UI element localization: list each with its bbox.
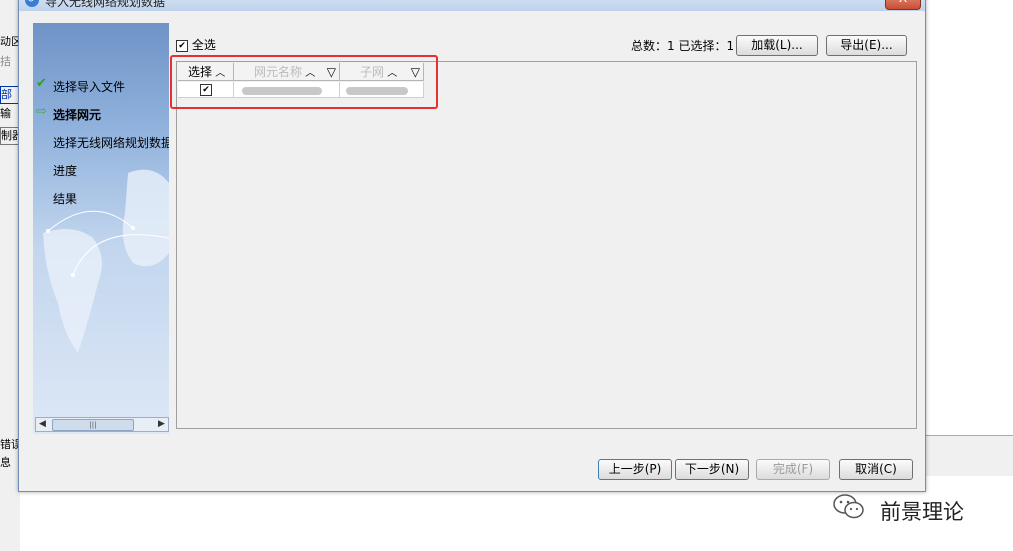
scroll-right-icon[interactable]: ▶ xyxy=(155,418,168,431)
import-dialog: ⟳ 导入无线网络规划数据 X ✔ 选择导入文件 ⇨ 选择网元 选择无线网络规划数… xyxy=(18,0,926,492)
highlight-annotation xyxy=(170,55,438,109)
app-icon: ⟳ xyxy=(25,0,39,7)
step-select-file: 选择导入文件 xyxy=(53,80,126,94)
wizard-sidebar: ✔ 选择导入文件 ⇨ 选择网元 选择无线网络规划数据 进度 结果 ◀ ||| ▶ xyxy=(33,23,169,434)
ne-table: 选择 ︿ 网元名称 ︿ ▽ 子网 ︿ ▽ ✔ xyxy=(176,61,917,429)
select-all-checkbox[interactable]: ✔ 全选 xyxy=(176,36,216,53)
dialog-title: 导入无线网络规划数据 xyxy=(45,0,166,9)
scroll-thumb[interactable]: ||| xyxy=(52,419,134,431)
checkbox-checked-icon[interactable]: ✔ xyxy=(176,39,188,52)
next-step-button[interactable]: 下一步(N) xyxy=(675,459,749,480)
background-right-area xyxy=(924,0,1013,551)
scroll-left-icon[interactable]: ◀ xyxy=(36,418,49,431)
background-label: 输 xyxy=(0,107,11,120)
background-label: 拮 xyxy=(0,55,11,68)
totals-text: 总数：1 已选择：1 xyxy=(631,39,735,53)
background-panel xyxy=(924,435,1013,476)
select-all-label: 全选 xyxy=(191,38,216,52)
check-icon: ✔ xyxy=(36,76,47,91)
sidebar-horizontal-scrollbar[interactable]: ◀ ||| ▶ xyxy=(35,417,169,432)
cancel-button[interactable]: 取消(C) xyxy=(839,459,913,480)
step-select-plan-data: 选择无线网络规划数据 xyxy=(53,136,169,150)
arrow-right-icon: ⇨ xyxy=(36,104,47,119)
export-button[interactable]: 导出(E)... xyxy=(826,35,907,56)
step-progress: 进度 xyxy=(53,164,78,178)
watermark-text: 前景理论 xyxy=(880,500,964,524)
dialog-titlebar[interactable]: ⟳ 导入无线网络规划数据 X xyxy=(19,0,925,11)
prev-step-button[interactable]: 上一步(P) xyxy=(598,459,672,480)
step-result: 结果 xyxy=(53,192,78,206)
background-label: 错误 xyxy=(0,438,20,451)
background-label: 动区 xyxy=(0,35,20,48)
close-button[interactable]: X xyxy=(885,0,921,10)
finish-button[interactable]: 完成(F) xyxy=(756,459,830,480)
background-label: 息 xyxy=(0,456,11,469)
load-button[interactable]: 加载(L)... xyxy=(736,35,818,56)
step-select-ne: 选择网元 xyxy=(53,108,102,122)
chat-bubble-icon xyxy=(833,494,864,519)
background-left-strip: 动区 拮 部 输 制器 错误 息 xyxy=(0,0,22,551)
toolbar: ✔ 全选 总数：1 已选择：1 加载(L)... 导出(E)... xyxy=(176,35,911,56)
